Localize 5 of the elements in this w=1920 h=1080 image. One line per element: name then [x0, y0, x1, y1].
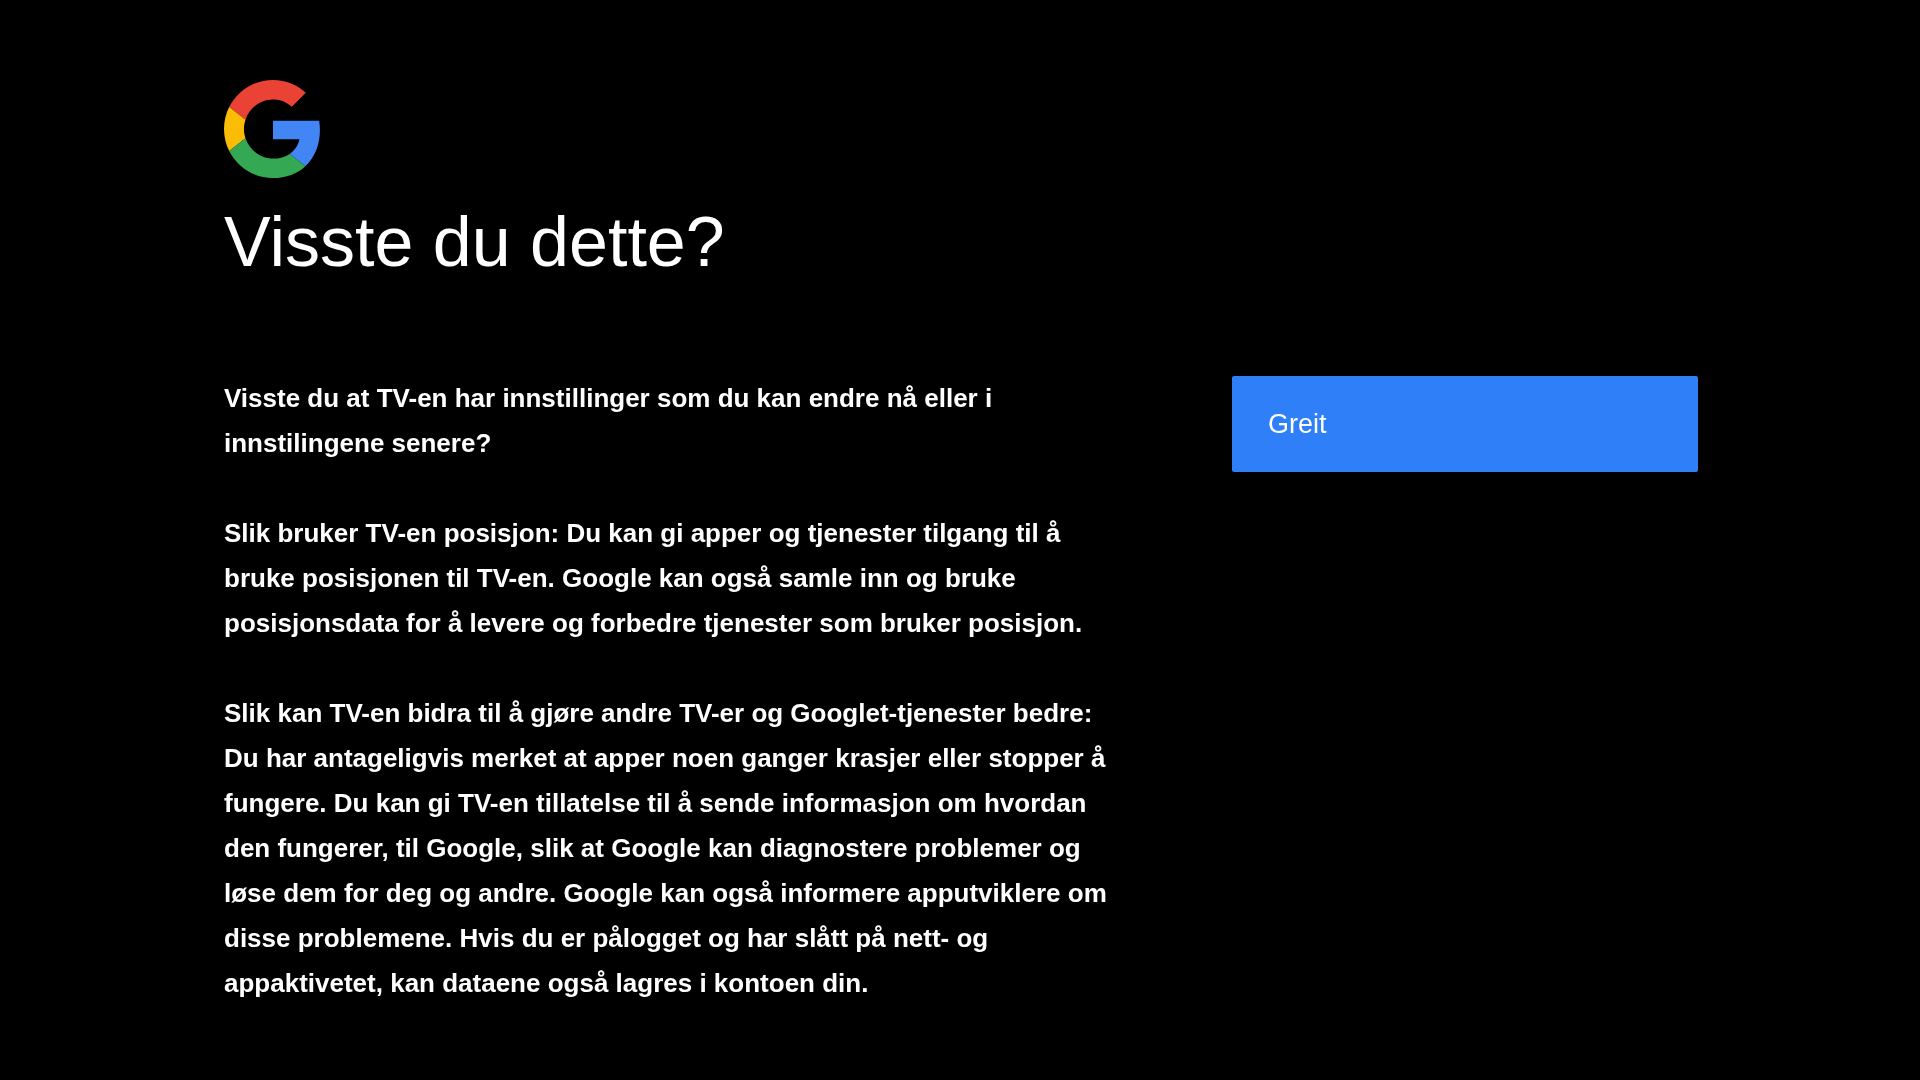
- paragraph: Visste du at TV-en har innstillinger som du kan endre nå eller i innstilingene senere?: [224, 382, 994, 460]
- ok-button[interactable]: Greit: [1232, 376, 1698, 472]
- paragraph: Slik bruker TV-en posisjon: Du kan gi apper og tjenester tilgang til å bruke posisjonen til TV-en. Google kan også samle inn og bruke posisjonsdata for å levere og forbedre tjenester som bruker posisjon.: [224, 517, 1084, 640]
- page-title: Visste du dette?: [224, 202, 726, 283]
- paragraph: Slik kan TV-en bidra til å gjøre andre TV-er og Googlet-tjenester bedre: Du har antageligvis merket at apper noen ganger krasjer eller stopper å fungere. Du kan gi TV-en tillatelse til å sende informasjon om hvordan den fungerer, til Google, slik at Google kan diagnostere problemer og løse dem for deg og andre. Google kan også informere apputviklere om disse problemene. Hvis du er pålogget og har slått på nett- og appaktivetet, kan dataene også lagres i kontoen din.: [224, 697, 1108, 1000]
